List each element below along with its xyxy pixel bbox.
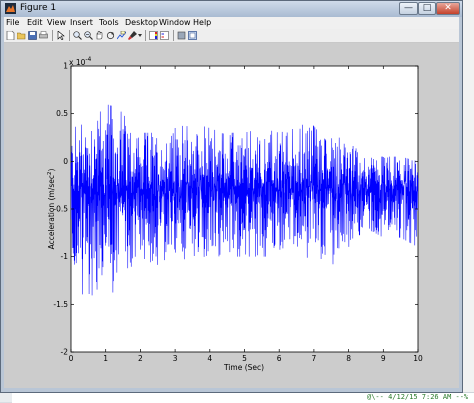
minimize-button[interactable]: — — [399, 2, 418, 15]
title-bar[interactable]: Figure 1 — □ ✕ — [1, 1, 462, 17]
menu-bar: File Edit View Insert Tools Desktop Wind… — [4, 17, 459, 29]
x-tick-label: 7 — [312, 354, 317, 363]
data-cursor-icon[interactable] — [117, 31, 126, 40]
maximize-button[interactable]: □ — [418, 2, 436, 15]
menu-file[interactable]: File — [6, 18, 19, 27]
x-tick-label: 2 — [138, 354, 143, 363]
y-axis-label: Acceleration (m/sec2) — [47, 169, 56, 250]
save-icon[interactable] — [28, 31, 37, 40]
acceleration-chart[interactable]: 0 1 2 3 4 5 6 7 8 9 10 -2-1.5-1-0.500.51 x 10-4 Ti… — [4, 43, 459, 388]
x-tick-label: 1 — [103, 354, 108, 363]
menu-desktop[interactable]: Desktop — [125, 18, 158, 27]
x-tick-label: 10 — [413, 354, 423, 363]
figure-canvas: 0 1 2 3 4 5 6 7 8 9 10 -2 -1.5 -1 -0.5 0 0.5 1 x 10-4 Ti… — [4, 43, 459, 388]
close-button[interactable]: ✕ — [436, 2, 460, 15]
x-tick-label: 0 — [69, 354, 74, 363]
menu-insert[interactable]: Insert — [70, 18, 93, 27]
terminal-line: @\-- 4/12/15 7:26 AM --% — [367, 393, 469, 401]
y-tick-label: -1.5 — [53, 300, 68, 309]
print-icon[interactable] — [39, 31, 48, 40]
menu-tools[interactable]: Tools — [99, 18, 119, 27]
rotate-icon[interactable] — [106, 31, 115, 40]
y-tick-label: 0 — [63, 157, 68, 166]
pointer-icon[interactable] — [57, 31, 66, 40]
colorbar-icon[interactable] — [149, 31, 158, 40]
x-tick-label: 4 — [207, 354, 212, 363]
x-tick-label: 3 — [173, 354, 178, 363]
x-tick-label: 9 — [381, 354, 386, 363]
matlab-icon — [5, 3, 16, 14]
menu-help[interactable]: Help — [193, 18, 211, 27]
toolbar-separator — [69, 30, 70, 41]
background-window-bottom: @\-- 4/12/15 7:26 AM --% — [12, 392, 474, 403]
toolbar-separator — [173, 30, 174, 41]
figure-window[interactable]: Figure 1 — □ ✕ File Edit View Insert Too… — [0, 0, 463, 393]
hide-plot-tools-icon[interactable] — [177, 31, 186, 40]
x-tick-label: 5 — [242, 354, 247, 363]
new-figure-icon[interactable] — [6, 31, 15, 40]
figure-toolbar — [4, 29, 459, 43]
y-tick-label: -1 — [61, 252, 69, 261]
toolbar-separator — [52, 30, 53, 41]
show-plot-tools-icon[interactable] — [188, 31, 197, 40]
x-axis-label: Time (Sec) — [223, 363, 264, 372]
toolbar-separator — [145, 30, 146, 41]
y-tick-label: 1 — [63, 62, 68, 71]
y-exponent-label: x 10-4 — [69, 56, 92, 67]
menu-window[interactable]: Window — [159, 18, 191, 27]
menu-edit[interactable]: Edit — [27, 18, 43, 27]
zoom-out-icon[interactable] — [84, 31, 93, 40]
menu-view[interactable]: View — [47, 18, 66, 27]
x-tick-label: 8 — [346, 354, 351, 363]
zoom-in-icon[interactable] — [73, 31, 82, 40]
x-tick-label: 6 — [277, 354, 282, 363]
brush-icon[interactable] — [128, 31, 137, 40]
window-title: Figure 1 — [20, 3, 57, 13]
legend-icon[interactable] — [160, 31, 169, 40]
pan-icon[interactable] — [95, 31, 104, 40]
y-tick-label: 0.5 — [56, 109, 68, 118]
y-tick-label: -2 — [61, 348, 69, 357]
open-file-icon[interactable] — [17, 31, 26, 40]
